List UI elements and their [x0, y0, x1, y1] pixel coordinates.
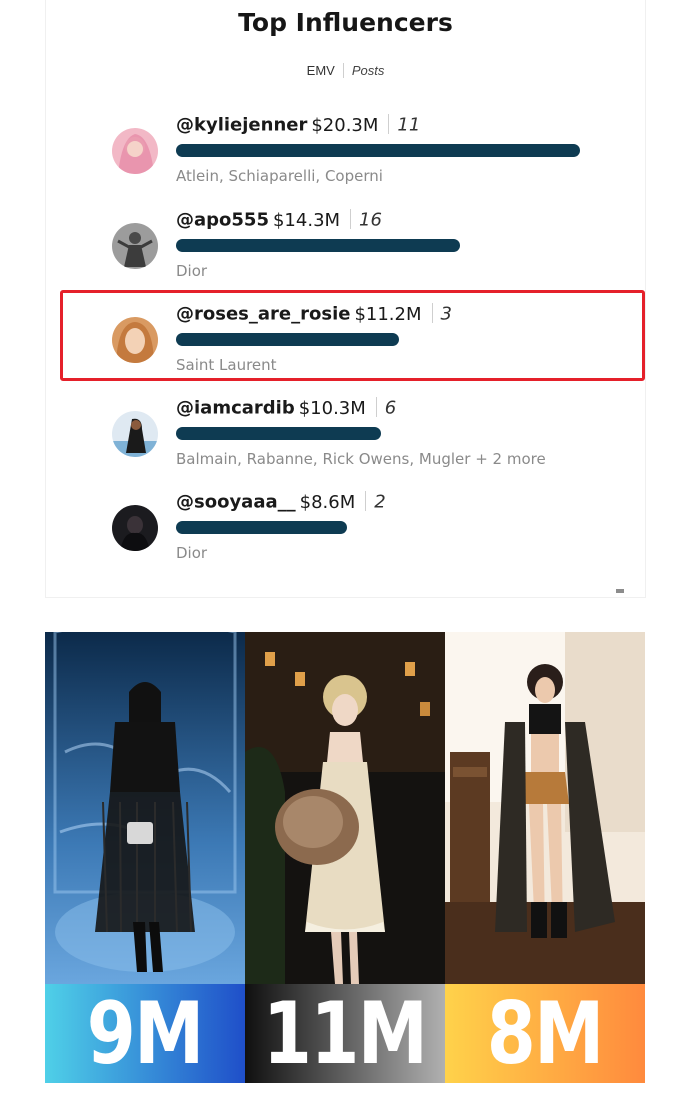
avatar-apo555[interactable] [112, 223, 158, 269]
influencer-row[interactable]: @iamcardib $10.3M 6 Balmain, Rabanne, Rick… [46, 397, 645, 487]
influencer-row[interactable]: @sooyaaa__ $8.6M 2 Dior [46, 491, 645, 581]
scroll-indicator[interactable] [616, 589, 624, 593]
photo-panel-2: 11M [245, 632, 445, 1083]
emv-bar [176, 239, 460, 252]
divider [365, 491, 367, 511]
photo-panel-1: 9M [45, 632, 245, 1083]
brand-list: Balmain, Rabanne, Rick Owens, Mugler + 2… [176, 450, 546, 468]
avatar-iamcardib[interactable] [112, 411, 158, 457]
follower-label: 11M [263, 983, 428, 1083]
emv-value: $8.6M [299, 491, 356, 513]
emv-bar [176, 521, 347, 534]
photo-collage: 9M 11M 8M [45, 632, 646, 1083]
emv-value: $20.3M [311, 114, 379, 136]
brand-list: Dior [176, 544, 208, 562]
influencer-handle[interactable]: @iamcardib [176, 398, 295, 419]
card-title: Top Influencers [238, 8, 453, 37]
divider [388, 114, 390, 134]
posts-count: 16 [359, 209, 382, 231]
label-band-3: 8M [445, 984, 645, 1083]
brand-list: Atlein, Schiaparelli, Coperni [176, 167, 383, 185]
label-band-1: 9M [45, 984, 245, 1083]
photo-panel-3: 8M [445, 632, 645, 1083]
influencer-row[interactable]: @apo555 $14.3M 16 Dior [46, 209, 645, 299]
brand-list: Dior [176, 262, 208, 280]
emv-bar [176, 427, 381, 440]
posts-toggle[interactable]: Posts [352, 63, 385, 78]
fashion-photo-2 [245, 632, 445, 984]
emv-value: $10.3M [298, 397, 366, 419]
emv-toggle[interactable]: EMV [307, 63, 335, 78]
follower-label: 8M [487, 983, 605, 1083]
emv-bar [176, 144, 580, 157]
influencer-handle[interactable]: @apo555 [176, 210, 269, 231]
toggle-divider [342, 63, 344, 79]
fashion-photo-3 [445, 632, 645, 984]
influencer-handle[interactable]: @sooyaaa__ [176, 492, 296, 513]
highlight-box [60, 290, 645, 381]
posts-count: 11 [397, 114, 421, 136]
emv-value: $14.3M [272, 209, 341, 231]
divider [375, 397, 377, 417]
avatar-kyliejenner[interactable] [112, 128, 158, 174]
influencer-row[interactable]: @kyliejenner $20.3M 11 Atlein, Schiaparell… [46, 114, 645, 204]
posts-count: 6 [384, 397, 397, 419]
fashion-photo-1 [45, 632, 245, 984]
avatar-sooyaaa[interactable] [112, 505, 158, 551]
label-band-2: 11M [245, 984, 445, 1083]
divider [350, 209, 352, 229]
posts-count: 2 [374, 491, 386, 513]
metric-toggle: EMV Posts [46, 63, 645, 80]
influencer-handle[interactable]: @kyliejenner [176, 115, 307, 136]
follower-label: 9M [87, 983, 205, 1083]
